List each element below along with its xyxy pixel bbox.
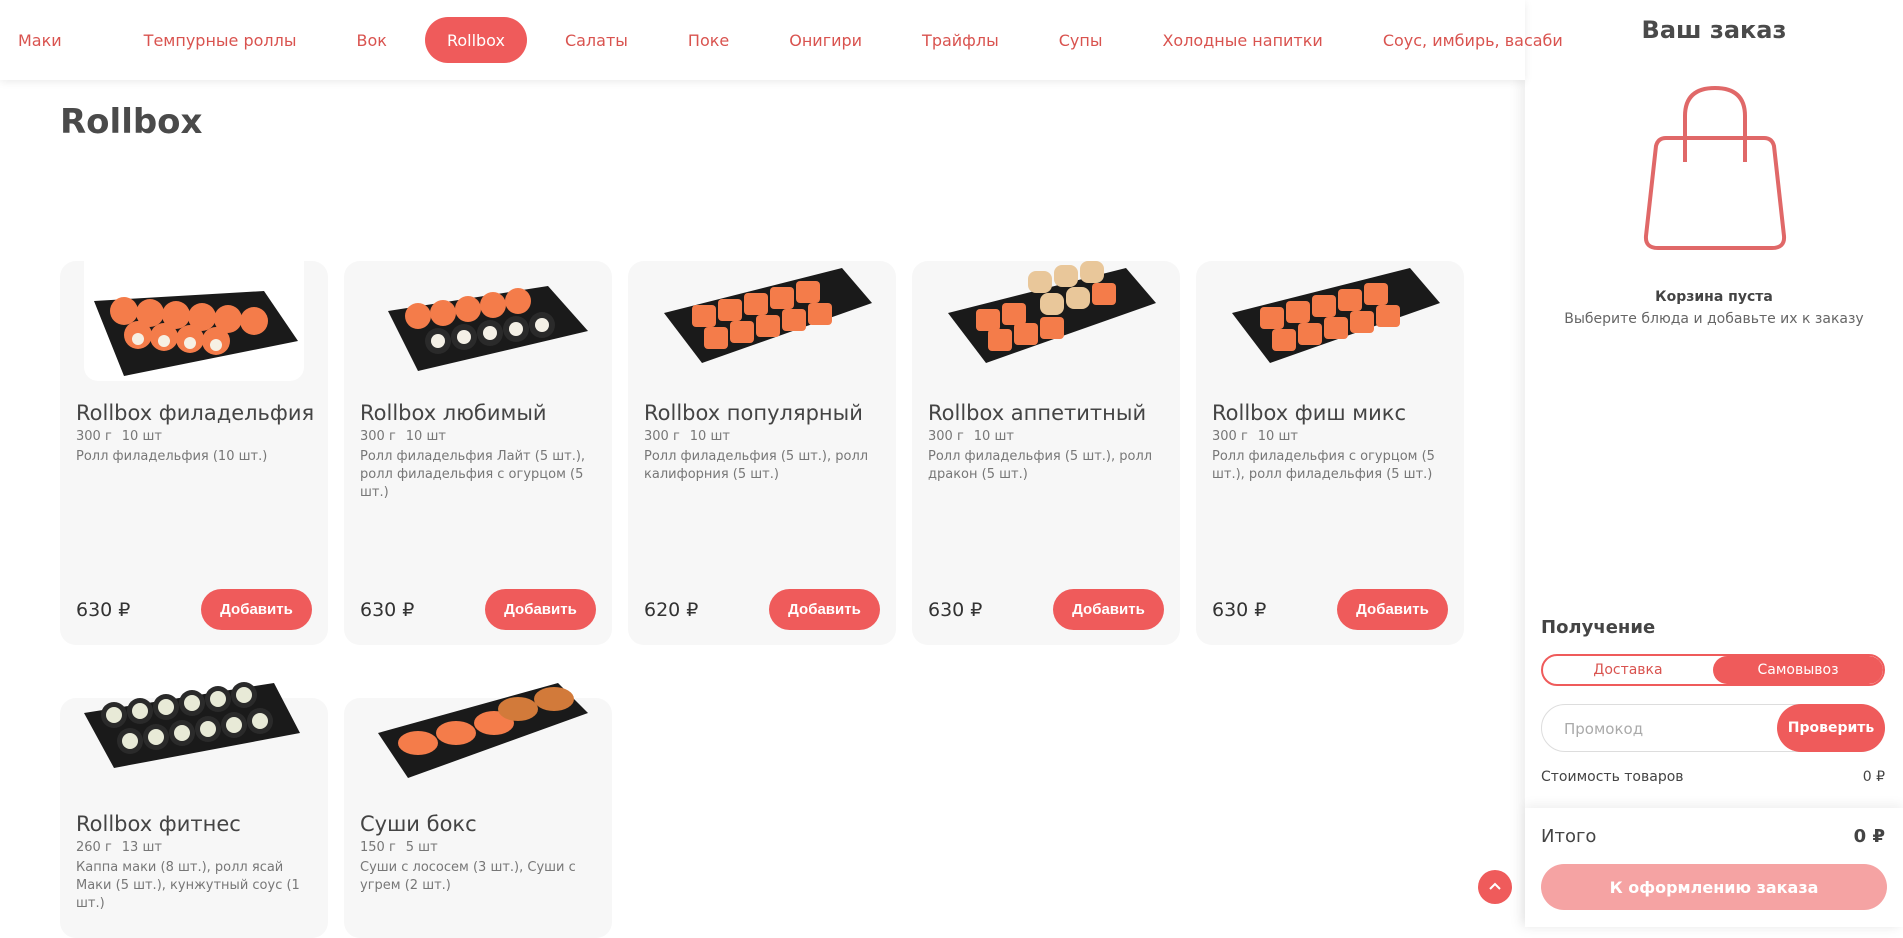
product-description: Ролл филадельфия с огурцом (5 шт.), ролл… (1212, 449, 1435, 482)
cart-empty-title: Корзина пуста (1655, 289, 1773, 305)
receive-label: Получение (1541, 617, 1656, 638)
page-title: Rollbox (60, 102, 203, 142)
product-name: Rollbox фитнес (76, 812, 241, 836)
promo-input[interactable] (1564, 717, 1764, 741)
product-card[interactable]: Rollbox популярный 300 г 10 шт Ролл филад… (628, 261, 896, 645)
product-card[interactable]: Rollbox фиш микс 300 г 10 шт Ролл филадел… (1196, 261, 1464, 645)
main-content: Rollbox Rollbox филадельфия 300 г 10 шт Р… (0, 80, 1525, 938)
product-price: 630 ₽ (360, 599, 415, 621)
goods-cost-label: Стоимость товаров (1541, 769, 1684, 785)
product-name: Суши бокс (360, 812, 477, 836)
nav-item-salads[interactable]: Салаты (543, 17, 650, 63)
product-name: Rollbox аппетитный (928, 401, 1147, 425)
category-nav: Маки Темпурные роллы Вок Rollbox Салаты … (0, 0, 1563, 80)
product-image (948, 261, 1156, 363)
nav-item-wok[interactable]: Вок (335, 17, 409, 63)
add-button[interactable]: Добавить (485, 589, 596, 630)
product-price: 630 ₽ (1212, 599, 1267, 621)
product-meta: 300 г 10 шт (928, 429, 1014, 444)
product-meta: 300 г 10 шт (76, 429, 162, 444)
scroll-top-button[interactable] (1478, 870, 1512, 904)
product-image (84, 231, 304, 381)
receive-toggle: Доставка Самовывоз (1541, 654, 1885, 686)
nav-item-sauces[interactable]: Соус, имбирь, васаби (1361, 17, 1585, 63)
product-image (84, 682, 300, 768)
product-image (664, 268, 872, 363)
add-button[interactable]: Добавить (1337, 589, 1448, 630)
cart-panel: Ваш заказ Корзина пуста Выберите блюда и… (1525, 0, 1903, 927)
goods-cost-value: 0 ₽ (1862, 769, 1885, 785)
total-value: 0 ₽ (1853, 826, 1885, 847)
product-name: Rollbox любимый (360, 401, 547, 425)
product-price: 620 ₽ (644, 599, 699, 621)
promo-field: Проверить (1541, 704, 1885, 752)
product-image (388, 286, 588, 371)
nav-item-poke[interactable]: Поке (666, 17, 751, 63)
product-name: Rollbox популярный (644, 401, 863, 425)
product-price: 630 ₽ (928, 599, 983, 621)
delivery-option[interactable]: Доставка (1543, 656, 1713, 684)
product-description: Ролл филадельфия Лайт (5 шт.), ролл фила… (360, 449, 586, 500)
product-image (1232, 268, 1440, 363)
product-description: Каппа маки (8 шт.), ролл ясай Маки (5 шт… (76, 860, 300, 911)
add-button[interactable]: Добавить (201, 589, 312, 630)
product-description: Суши с лососем (3 шт.), Суши с угрем (2 … (360, 860, 576, 893)
total-row: Итого 0 ₽ (1541, 826, 1885, 847)
product-name: Rollbox фиш микс (1212, 401, 1407, 425)
product-description: Ролл филадельфия (5 шт.), ролл дракон (5… (928, 449, 1153, 482)
product-card[interactable]: Rollbox филадельфия 300 г 10 шт Ролл фила… (60, 231, 328, 645)
shopping-bag-icon (1643, 86, 1787, 250)
product-meta: 150 г5 шт (360, 840, 438, 855)
product-name: Rollbox филадельфия (76, 401, 315, 425)
promo-check-button[interactable]: Проверить (1777, 704, 1885, 752)
product-image (378, 683, 588, 778)
nav-item-cold-drinks[interactable]: Холодные напитки (1140, 17, 1344, 63)
nav-item-onigiri[interactable]: Онигири (767, 17, 884, 63)
product-card[interactable]: Rollbox любимый 300 г 10 шт Ролл филадель… (344, 261, 612, 645)
product-meta: 300 г 10 шт (360, 429, 446, 444)
add-button[interactable]: Добавить (769, 589, 880, 630)
chevron-up-icon (1489, 882, 1501, 890)
product-price: 630 ₽ (76, 599, 131, 621)
nav-item-rollbox[interactable]: Rollbox (424, 17, 527, 63)
product-description: Ролл филадельфия (5 шт.), ролл калифорни… (644, 449, 869, 482)
product-card[interactable]: Суши бокс 150 г5 шт Суши с лососем (3 шт… (344, 683, 612, 938)
checkout-button[interactable]: К оформлению заказа (1541, 864, 1887, 910)
add-button[interactable]: Добавить (1053, 589, 1164, 630)
product-card[interactable]: Rollbox фитнес 260 г 13 шт Каппа маки (8 … (60, 682, 328, 938)
product-meta: 260 г 13 шт (76, 840, 162, 855)
product-card[interactable]: Rollbox аппетитный 300 г 10 шт Ролл филад… (912, 261, 1180, 645)
nav-item-soups[interactable]: Супы (1037, 17, 1125, 63)
cart-empty-subtitle: Выберите блюда и добавьте их к заказу (1564, 311, 1864, 327)
nav-item-tempura[interactable]: Темпурные роллы (122, 17, 319, 63)
goods-cost-row: Стоимость товаров 0 ₽ (1541, 769, 1885, 785)
nav-item-maki[interactable]: Маки (0, 17, 84, 63)
pickup-option[interactable]: Самовывоз (1713, 656, 1883, 684)
product-meta: 300 г 10 шт (1212, 429, 1298, 444)
nav-item-trifles[interactable]: Трайфлы (900, 17, 1021, 63)
product-meta: 300 г 10 шт (644, 429, 730, 444)
total-label: Итого (1541, 826, 1597, 847)
total-section: Итого 0 ₽ К оформлению заказа (1525, 808, 1903, 927)
product-description: Ролл филадельфия (10 шт.) (76, 449, 268, 464)
